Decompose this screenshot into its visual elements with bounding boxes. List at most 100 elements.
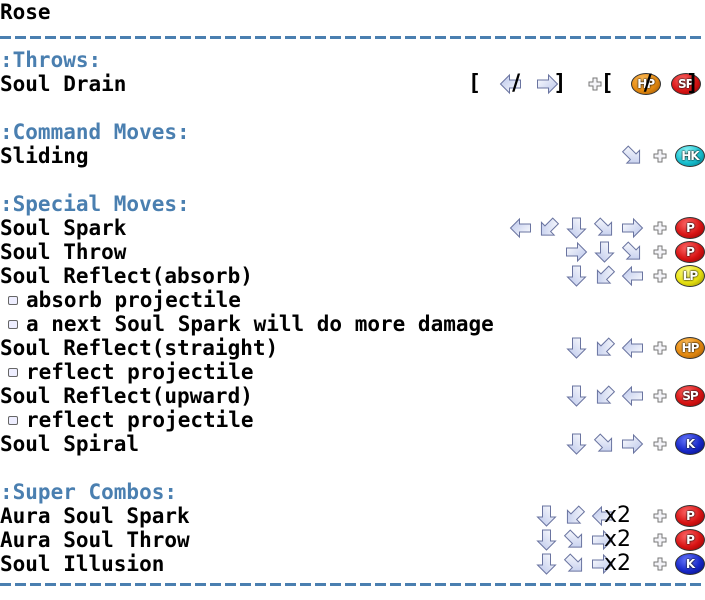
down-arrow-icon — [534, 553, 559, 575]
move-name: Soul Spark — [0, 216, 127, 240]
p-button-icon: P — [675, 217, 705, 239]
down-forward-arrow-icon — [562, 553, 587, 575]
section-header-throws: :Throws: — [0, 48, 102, 72]
back-arrow-icon — [508, 217, 533, 239]
move-note: reflect projectile — [0, 360, 705, 384]
note-text: a next Soul Spark will do more damage — [26, 312, 494, 336]
move-input: x2 P — [534, 528, 705, 552]
move-input: K — [564, 432, 705, 456]
forward-arrow-icon — [620, 217, 645, 239]
hp-button-icon: HP — [675, 337, 705, 359]
plus-icon — [652, 220, 668, 236]
down-arrow-icon — [564, 265, 589, 287]
bullet-icon — [8, 368, 18, 377]
move-row[interactable]: Sliding HK — [0, 144, 705, 168]
move-name: Aura Soul Throw — [0, 528, 190, 552]
bracket-close: ] — [685, 71, 699, 96]
down-back-arrow-icon — [592, 265, 617, 287]
down-forward-arrow-icon — [620, 241, 645, 263]
move-input: x2 P — [534, 504, 705, 528]
k-button-icon: K — [675, 433, 705, 455]
move-name: Soul Reflect(straight) — [0, 336, 279, 360]
lp-button-icon: LP — [675, 265, 705, 287]
move-name: Sliding — [0, 144, 89, 168]
plus-icon — [652, 340, 668, 356]
repeat-count: x2 — [603, 551, 631, 576]
p-button-icon: P — [675, 505, 705, 527]
down-arrow-icon — [564, 337, 589, 359]
move-input: P — [508, 216, 705, 240]
move-note: absorb projectile — [0, 288, 705, 312]
move-note: reflect projectile — [0, 408, 705, 432]
slash-separator: / — [512, 71, 521, 96]
back-arrow-icon — [620, 385, 645, 407]
plus-icon — [652, 436, 668, 452]
plus-icon — [652, 556, 668, 572]
move-name: Soul Spiral — [0, 432, 140, 456]
repeat-count: x2 — [603, 503, 631, 528]
back-arrow-icon — [620, 337, 645, 359]
p-button-icon: P — [675, 529, 705, 551]
forward-arrow-icon — [564, 241, 589, 263]
divider-top — [0, 36, 705, 39]
section-header-special: :Special Moves: — [0, 192, 190, 216]
hk-button-icon: HK — [675, 145, 705, 167]
down-arrow-icon — [564, 385, 589, 407]
note-text: reflect projectile — [26, 408, 254, 432]
down-back-arrow-icon — [562, 505, 587, 527]
move-row[interactable]: Aura Soul Throw x2 P — [0, 528, 705, 552]
move-input: HP — [564, 336, 705, 360]
k-button-icon: K — [675, 553, 705, 575]
move-name: Soul Reflect(absorb) — [0, 264, 253, 288]
divider-bottom — [0, 583, 705, 586]
move-row[interactable]: Soul Drain[/][HP / SP] — [0, 72, 705, 96]
move-name: Aura Soul Spark — [0, 504, 190, 528]
slash-separator: / — [643, 71, 652, 96]
move-row[interactable]: Soul Reflect(absorb) LP — [0, 264, 705, 288]
move-name: Soul Drain — [0, 72, 127, 96]
plus-icon — [652, 532, 668, 548]
down-back-arrow-icon — [592, 337, 617, 359]
move-row[interactable]: Soul Reflect(straight) HP — [0, 336, 705, 360]
bracket-open: [ — [467, 71, 482, 96]
down-arrow-icon — [534, 529, 559, 551]
plus-icon — [652, 148, 668, 164]
bullet-icon — [8, 416, 18, 425]
move-row[interactable]: Aura Soul Spark x2 P — [0, 504, 705, 528]
move-input: x2 K — [534, 552, 705, 576]
down-arrow-icon — [564, 433, 589, 455]
note-text: absorb projectile — [26, 288, 241, 312]
move-name: Soul Illusion — [0, 552, 165, 576]
p-button-icon: P — [675, 241, 705, 263]
forward-arrow-icon — [620, 433, 645, 455]
bullet-icon — [8, 320, 18, 329]
move-row[interactable]: Soul Spiral K — [0, 432, 705, 456]
move-note: a next Soul Spark will do more damage — [0, 312, 705, 336]
down-forward-arrow-icon — [562, 529, 587, 551]
move-row[interactable]: Soul Spark P — [0, 216, 705, 240]
plus-icon — [652, 244, 668, 260]
repeat-count: x2 — [603, 527, 631, 552]
section-header-super: :Super Combos: — [0, 480, 178, 504]
plus-icon — [652, 388, 668, 404]
down-arrow-icon — [534, 505, 559, 527]
move-name: Soul Throw — [0, 240, 127, 264]
move-row[interactable]: Soul Illusion x2 K — [0, 552, 705, 576]
move-input: SP — [564, 384, 705, 408]
plus-icon — [652, 508, 668, 524]
bracket-open: [ — [600, 71, 614, 96]
back-arrow-icon — [620, 265, 645, 287]
move-input: P — [564, 240, 705, 264]
down-arrow-icon — [564, 217, 589, 239]
move-row[interactable]: Soul Reflect(upward) SP — [0, 384, 705, 408]
down-forward-arrow-icon — [592, 433, 617, 455]
plus-icon — [652, 268, 668, 284]
bracket-close: ] — [553, 71, 567, 96]
down-arrow-icon — [592, 241, 617, 263]
bullet-icon — [8, 296, 18, 305]
move-row[interactable]: Soul Throw P — [0, 240, 705, 264]
move-input: [/][HP / SP] — [468, 72, 705, 96]
move-input: HK — [620, 144, 705, 168]
sp-button-icon: SP — [675, 385, 705, 407]
move-input: LP — [564, 264, 705, 288]
